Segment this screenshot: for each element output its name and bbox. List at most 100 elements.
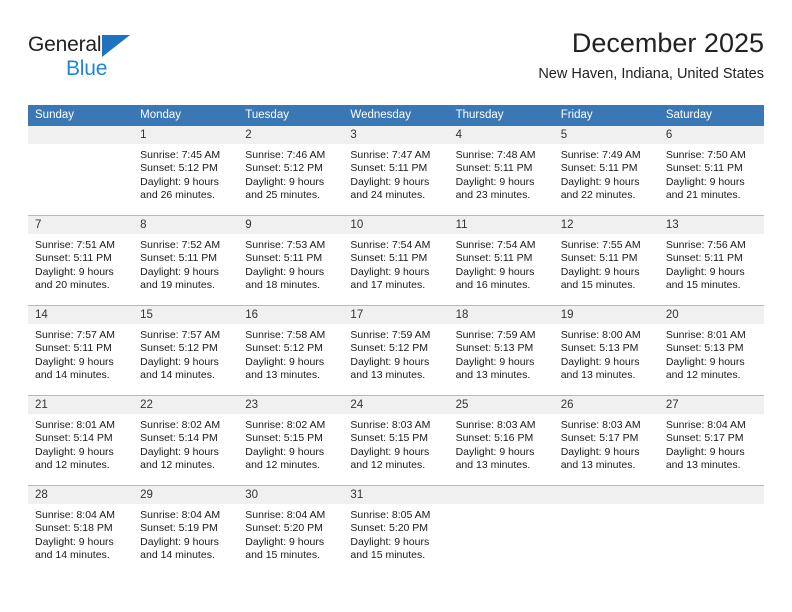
calendar-day-cell[interactable]: 16 Sunrise: 7:58 AM Sunset: 5:12 PM Dayligh… (238, 305, 344, 396)
calendar-page: General Blue December 2025 New Haven, In… (0, 0, 792, 612)
daylight-text: and 14 minutes. (35, 549, 110, 562)
calendar-day-cell[interactable]: 1 Sunrise: 7:45 AM Sunset: 5:12 PM Daylight… (133, 126, 239, 216)
sunrise-text: Sunrise: 8:00 AM (560, 329, 641, 341)
calendar-day-cell[interactable]: 8 Sunrise: 7:52 AM Sunset: 5:11 PM Daylight… (133, 215, 239, 306)
calendar-day-cell[interactable]: 17 Sunrise: 7:59 AM Sunset: 5:12 PM Dayligh… (343, 305, 449, 396)
day-details: Sunrise: 7:55 AM Sunset: 5:11 PM Daylight:… (554, 234, 659, 293)
calendar-day-cell[interactable]: 3 Sunrise: 7:47 AM Sunset: 5:11 PM Daylight… (343, 126, 449, 216)
page-header: General Blue December 2025 New Haven, In… (28, 26, 764, 100)
calendar-day-cell[interactable]: 27 Sunrise: 8:04 AM Sunset: 5:17 PM Dayligh… (658, 395, 764, 486)
weekday-header-thursday: Thursday (448, 105, 554, 126)
sunset-text: Sunset: 5:13 PM (455, 342, 534, 355)
daylight-text: Daylight: 9 hours (350, 265, 430, 278)
day-number: 12 (553, 216, 659, 234)
sunset-text: Sunset: 5:12 PM (245, 342, 323, 355)
calendar-week-row: 28 Sunrise: 8:04 AM Sunset: 5:18 PM Dayligh… (28, 485, 764, 575)
daylight-text: Daylight: 9 hours (455, 175, 535, 188)
day-number: 28 (28, 486, 134, 504)
day-details: Sunrise: 8:03 AM Sunset: 5:15 PM Daylight:… (343, 414, 448, 473)
calendar-day-cell[interactable]: 7 Sunrise: 7:51 AM Sunset: 5:11 PM Daylight… (28, 215, 134, 306)
sunset-text: Sunset: 5:11 PM (35, 342, 112, 355)
page-title: December 2025 (571, 28, 764, 58)
calendar-day-cell[interactable]: 29 Sunrise: 8:04 AM Sunset: 5:19 PM Dayligh… (133, 485, 239, 575)
day-details: Sunrise: 7:58 AM Sunset: 5:12 PM Daylight:… (238, 324, 343, 383)
sunset-text: Sunset: 5:11 PM (350, 162, 428, 175)
calendar-day-cell[interactable]: 21 Sunrise: 8:01 AM Sunset: 5:14 PM Dayligh… (28, 395, 134, 486)
sunrise-text: Sunrise: 7:57 AM (35, 329, 115, 341)
daylight-text: and 12 minutes. (140, 459, 215, 472)
calendar-week-row: 14 Sunrise: 7:57 AM Sunset: 5:11 PM Dayligh… (28, 305, 764, 396)
calendar-table: Sunday Monday Tuesday Wednesday Thursday Frid… (28, 105, 764, 575)
sunrise-text: Sunrise: 7:47 AM (350, 149, 431, 161)
page-subtitle-location: New Haven, Indiana, United States (538, 66, 764, 82)
calendar-day-cell[interactable]: 11 Sunrise: 7:54 AM Sunset: 5:11 PM Dayligh… (448, 215, 554, 306)
generalblue-logo[interactable]: General Blue (28, 32, 198, 90)
daylight-text: Daylight: 9 hours (245, 175, 325, 188)
day-details: Sunrise: 7:48 AM Sunset: 5:11 PM Daylight:… (449, 144, 554, 203)
calendar-day-cell[interactable]: 24 Sunrise: 8:03 AM Sunset: 5:15 PM Dayligh… (343, 395, 449, 486)
calendar-day-cell[interactable]: 9 Sunrise: 7:53 AM Sunset: 5:11 PM Daylight… (238, 215, 344, 306)
daylight-text: and 17 minutes. (350, 279, 426, 292)
day-number: 27 (658, 396, 764, 414)
daylight-text: and 15 minutes. (350, 549, 426, 562)
sunrise-text: Sunrise: 8:03 AM (350, 419, 431, 431)
calendar-day-cell[interactable]: 30 Sunrise: 8:04 AM Sunset: 5:20 PM Dayligh… (238, 485, 344, 575)
calendar-day-cell[interactable]: 5 Sunrise: 7:49 AM Sunset: 5:11 PM Daylight… (553, 126, 659, 216)
day-details: Sunrise: 7:57 AM Sunset: 5:12 PM Daylight:… (133, 324, 238, 383)
calendar-day-cell[interactable]: 26 Sunrise: 8:03 AM Sunset: 5:17 PM Dayligh… (553, 395, 659, 486)
day-details: Sunrise: 8:00 AM Sunset: 5:13 PM Daylight:… (554, 324, 659, 383)
sunrise-text: Sunrise: 8:04 AM (35, 509, 115, 521)
day-number: 5 (553, 126, 659, 144)
day-details: Sunrise: 7:54 AM Sunset: 5:11 PM Daylight:… (449, 234, 554, 293)
daylight-text: Daylight: 9 hours (560, 175, 640, 188)
day-number: 26 (553, 396, 659, 414)
daylight-text: Daylight: 9 hours (350, 175, 430, 188)
calendar-day-cell[interactable]: 20 Sunrise: 8:01 AM Sunset: 5:13 PM Dayligh… (658, 305, 764, 396)
calendar-day-cell[interactable]: 19 Sunrise: 8:00 AM Sunset: 5:13 PM Dayligh… (553, 305, 659, 396)
calendar-day-cell[interactable]: 23 Sunrise: 8:02 AM Sunset: 5:15 PM Dayligh… (238, 395, 344, 486)
calendar-day-cell[interactable]: 2 Sunrise: 7:46 AM Sunset: 5:12 PM Daylight… (238, 126, 344, 216)
daylight-text: and 12 minutes. (245, 459, 320, 472)
day-number: 11 (448, 216, 554, 234)
day-number: 17 (343, 306, 449, 324)
calendar-day-cell[interactable]: 18 Sunrise: 7:59 AM Sunset: 5:13 PM Dayligh… (448, 305, 554, 396)
sunset-text: Sunset: 5:20 PM (245, 522, 323, 535)
calendar-day-cell[interactable]: 4 Sunrise: 7:48 AM Sunset: 5:11 PM Daylight… (448, 126, 554, 216)
sunset-text: Sunset: 5:12 PM (140, 162, 218, 175)
day-number: 30 (238, 486, 344, 504)
day-details: Sunrise: 7:57 AM Sunset: 5:11 PM Daylight:… (28, 324, 133, 383)
daylight-text: and 16 minutes. (455, 279, 531, 292)
sunrise-text: Sunrise: 7:52 AM (140, 239, 221, 251)
daylight-text: and 12 minutes. (350, 459, 426, 472)
daylight-text: and 13 minutes. (350, 369, 426, 382)
day-number (553, 486, 659, 504)
calendar-cell-empty (448, 485, 554, 575)
calendar-day-cell[interactable]: 31 Sunrise: 8:05 AM Sunset: 5:20 PM Dayligh… (343, 485, 449, 575)
day-number: 9 (238, 216, 344, 234)
calendar-day-cell[interactable]: 25 Sunrise: 8:03 AM Sunset: 5:16 PM Dayligh… (448, 395, 554, 486)
calendar-header-row: Sunday Monday Tuesday Wednesday Thursday Frid… (28, 105, 764, 126)
sunset-text: Sunset: 5:16 PM (455, 432, 534, 445)
day-number: 16 (238, 306, 344, 324)
calendar-day-cell[interactable]: 28 Sunrise: 8:04 AM Sunset: 5:18 PM Dayligh… (28, 485, 134, 575)
day-details: Sunrise: 7:45 AM Sunset: 5:12 PM Daylight:… (133, 144, 238, 203)
calendar-day-cell[interactable]: 13 Sunrise: 7:56 AM Sunset: 5:11 PM Dayligh… (658, 215, 764, 306)
calendar-day-cell[interactable]: 10 Sunrise: 7:54 AM Sunset: 5:11 PM Dayligh… (343, 215, 449, 306)
day-details: Sunrise: 7:49 AM Sunset: 5:11 PM Daylight:… (554, 144, 659, 203)
day-details: Sunrise: 8:03 AM Sunset: 5:16 PM Daylight:… (449, 414, 554, 473)
calendar-day-cell[interactable]: 12 Sunrise: 7:55 AM Sunset: 5:11 PM Dayligh… (553, 215, 659, 306)
day-number: 2 (238, 126, 344, 144)
daylight-text: and 13 minutes. (455, 369, 531, 382)
daylight-text: Daylight: 9 hours (245, 355, 325, 368)
weekday-header-row: Sunday Monday Tuesday Wednesday Thursday Frid… (28, 105, 764, 126)
day-details: Sunrise: 7:53 AM Sunset: 5:11 PM Daylight:… (238, 234, 343, 293)
sunrise-text: Sunrise: 8:04 AM (665, 419, 746, 431)
daylight-text: and 13 minutes. (560, 369, 636, 382)
calendar-day-cell[interactable]: 22 Sunrise: 8:02 AM Sunset: 5:14 PM Dayligh… (133, 395, 239, 486)
calendar-day-cell[interactable]: 14 Sunrise: 7:57 AM Sunset: 5:11 PM Dayligh… (28, 305, 134, 396)
daylight-text: and 23 minutes. (455, 189, 531, 202)
calendar-day-cell[interactable]: 15 Sunrise: 7:57 AM Sunset: 5:12 PM Dayligh… (133, 305, 239, 396)
day-number: 19 (553, 306, 659, 324)
day-number: 1 (133, 126, 239, 144)
calendar-day-cell[interactable]: 6 Sunrise: 7:50 AM Sunset: 5:11 PM Daylight… (658, 126, 764, 216)
